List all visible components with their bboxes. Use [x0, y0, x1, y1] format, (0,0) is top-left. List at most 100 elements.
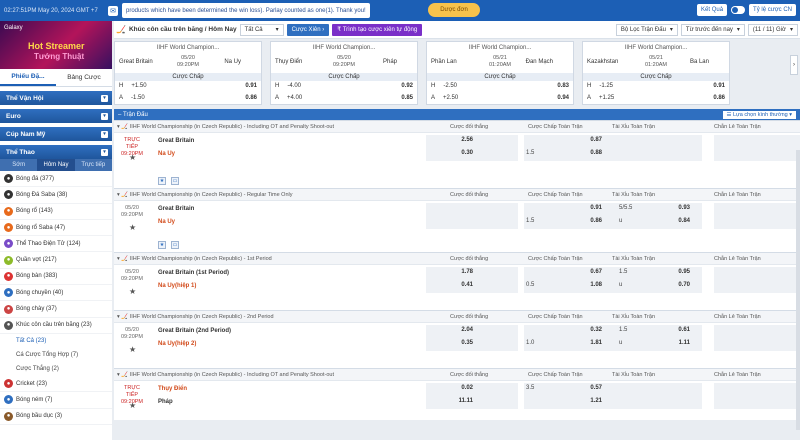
next-arrow-icon[interactable]: ›: [790, 55, 798, 75]
handicap-odds[interactable]: 0.57: [576, 385, 602, 391]
handicap-odds[interactable]: 0.67: [576, 269, 602, 275]
moneyline-odds[interactable]: 2.04: [447, 327, 473, 333]
handicap-odds[interactable]: 0.88: [576, 150, 602, 156]
hours-select[interactable]: (11 / 11) Giờ ▾: [747, 23, 798, 36]
theme-toggle[interactable]: [731, 6, 746, 14]
favorite-star-icon[interactable]: ★: [129, 153, 136, 162]
card-odds-cell[interactable]: 0.91: [245, 83, 257, 89]
total-odds[interactable]: 0.95: [664, 269, 690, 275]
total-line: 5/5.5: [619, 205, 633, 211]
handicap-odds[interactable]: 0.32: [576, 327, 602, 333]
handicap-odds[interactable]: 0.86: [576, 218, 602, 224]
parlay-button[interactable]: Cược Xiên ›: [286, 23, 330, 36]
bet-slip-button[interactable]: Dược đơn: [428, 3, 480, 17]
card-odds-row[interactable]: H -2.50 0.83: [431, 83, 569, 89]
stats-icon[interactable]: ★: [158, 177, 166, 185]
moneyline-odds[interactable]: 11.11: [447, 398, 473, 404]
sidebar-item-sport[interactable]: ● Bóng bàn (383): [0, 269, 112, 286]
category-copa-america[interactable]: Cúp Nam Mỹ ▾: [0, 127, 112, 141]
sidebar-subitem[interactable]: Cược Thắng (2): [0, 362, 112, 376]
sidebar-item-sport[interactable]: ● Quần vợt (217): [0, 252, 112, 269]
moneyline-odds[interactable]: 2.56: [447, 137, 473, 143]
league-header[interactable]: ▾ 🏒 IIHF World Championship (in Czech Re…: [114, 252, 800, 264]
league-header[interactable]: ▾ 🏒 IIHF World Championship (in Czech Re…: [114, 188, 800, 200]
tab-today[interactable]: Hôm Nay: [37, 159, 75, 171]
sidebar-subitem[interactable]: Cá Cược Tổng Hợp (7): [0, 348, 112, 362]
sidebar-item-sport[interactable]: ● Bóng bầu dục (3): [0, 409, 112, 425]
moneyline-odds[interactable]: 0.02: [447, 385, 473, 391]
total-odds[interactable]: 0.84: [664, 218, 690, 224]
live-tv-icon[interactable]: ▭: [171, 177, 179, 185]
favorite-star-icon[interactable]: ★: [129, 401, 136, 410]
match-card[interactable]: IIHF World Champion... Kazakhstan 05/21 01:…: [582, 41, 730, 105]
results-button[interactable]: Kết Quả: [697, 4, 728, 16]
card-odds-cell[interactable]: 0.92: [401, 83, 413, 89]
sidebar-item-sport[interactable]: ● Bóng chuyền (40): [0, 285, 112, 302]
handicap-odds[interactable]: 1.81: [576, 340, 602, 346]
live-tv-icon[interactable]: ▭: [171, 241, 179, 249]
tab-bet-list[interactable]: Bảng Cược: [56, 69, 112, 86]
moneyline-odds[interactable]: 0.35: [447, 340, 473, 346]
match-card[interactable]: IIHF World Champion... Phần Lan 05/21 01:20…: [426, 41, 574, 105]
handicap-odds[interactable]: 0.87: [576, 137, 602, 143]
match-filter-select[interactable]: Bộ Lọc Trận Đấu ▾: [615, 23, 678, 36]
auto-parlay-button[interactable]: ₹ Trình tạo cược xiên tự động: [332, 23, 423, 36]
sidebar-item-sport[interactable]: ● Bóng Đá Saba (38): [0, 187, 112, 204]
total-odds[interactable]: 0.70: [664, 282, 690, 288]
card-odds-cell[interactable]: 0.91: [713, 83, 725, 89]
match-card[interactable]: IIHF World Champion... Thụy Điển 05/20 09:2…: [270, 41, 418, 105]
category-euro[interactable]: Euro ▾: [0, 109, 112, 123]
scrollbar[interactable]: [796, 150, 800, 430]
card-odds-row[interactable]: A +4.00 0.85: [275, 95, 413, 101]
card-odds-row[interactable]: H -1.25 0.91: [587, 83, 725, 89]
tab-early[interactable]: Sớm: [0, 159, 37, 171]
sidebar-subitem[interactable]: Tất Cả (23): [0, 334, 112, 348]
sidebar-item-sport[interactable]: ● Bóng rổ (143): [0, 204, 112, 220]
moneyline-odds[interactable]: 0.41: [447, 282, 473, 288]
mail-icon[interactable]: ✉: [108, 5, 118, 16]
sidebar-item-sport[interactable]: ● Bóng rổ Saba (47): [0, 220, 112, 237]
category-olympics[interactable]: Thể Vận Hội ▾: [0, 91, 112, 105]
card-odds-cell[interactable]: 0.86: [245, 95, 257, 101]
favorite-star-icon[interactable]: ★: [129, 345, 136, 354]
sidebar-item-sport[interactable]: ● Bóng ném (7): [0, 392, 112, 409]
handicap-odds[interactable]: 1.08: [576, 282, 602, 288]
card-odds-row[interactable]: H +1.50 0.91: [119, 83, 257, 89]
league-header[interactable]: ▾ 🏒 IIHF World Championship (in Czech Re…: [114, 368, 800, 380]
match-card[interactable]: IIHF World Champion... Great Britain 05/20…: [114, 41, 262, 105]
card-odds-row[interactable]: A -1.50 0.86: [119, 95, 257, 101]
total-odds[interactable]: 1.11: [664, 340, 690, 346]
moneyline-odds[interactable]: 1.78: [447, 269, 473, 275]
sidebar-item-sport[interactable]: ● Thể Thao Điện Tử (124): [0, 236, 112, 253]
favorite-star-icon[interactable]: ★: [129, 223, 136, 232]
all-select[interactable]: Tất Cả ▾: [239, 23, 284, 36]
handicap-odds[interactable]: 1.21: [576, 398, 602, 404]
sort-select[interactable]: Từ trước đến nay ▾: [680, 23, 745, 36]
league-header[interactable]: ▾ 🏒 IIHF World Championship (in Czech Re…: [114, 120, 800, 132]
card-odds-cell[interactable]: 0.94: [557, 95, 569, 101]
market-type-select[interactable]: ☰ Lựa chọn kình thường ▾: [722, 110, 796, 119]
sidebar-item-sport[interactable]: ● Bóng chày (37): [0, 301, 112, 318]
league-header[interactable]: ▾ 🏒 IIHF World Championship (in Czech Re…: [114, 310, 800, 322]
match-time-clock: 09:20PM: [120, 212, 143, 218]
odds-type-select[interactable]: Tỷ lệ cược CN: [749, 4, 796, 16]
promo-banner[interactable]: Galaxy Hot Streamer Tướng Thuật: [0, 21, 112, 69]
card-odds-row[interactable]: A +2.50 0.94: [431, 95, 569, 101]
card-odds-row[interactable]: A +1.25 0.86: [587, 95, 725, 101]
sidebar-item-sport[interactable]: ● Khúc côn cầu trên băng (23): [0, 317, 112, 334]
card-odds-row[interactable]: H -4.00 0.92: [275, 83, 413, 89]
tab-live[interactable]: Trực tiếp: [75, 159, 112, 171]
card-odds-cell[interactable]: 0.86: [713, 95, 725, 101]
card-odds-cell[interactable]: 0.83: [557, 83, 569, 89]
total-odds[interactable]: 0.61: [664, 327, 690, 333]
total-odds[interactable]: 0.93: [664, 205, 690, 211]
sidebar-item-sport[interactable]: ● Bóng đá (377): [0, 171, 112, 188]
category-sports[interactable]: Thể Thao ▾: [0, 145, 112, 159]
sidebar-item-sport[interactable]: ● Cricket (23): [0, 376, 112, 393]
favorite-star-icon[interactable]: ★: [129, 287, 136, 296]
stats-icon[interactable]: ★: [158, 241, 166, 249]
tab-bet-slip[interactable]: Phiếu Đặ...: [0, 69, 56, 86]
moneyline-odds[interactable]: 0.30: [447, 150, 473, 156]
handicap-odds[interactable]: 0.91: [576, 205, 602, 211]
card-odds-cell[interactable]: 0.85: [401, 95, 413, 101]
